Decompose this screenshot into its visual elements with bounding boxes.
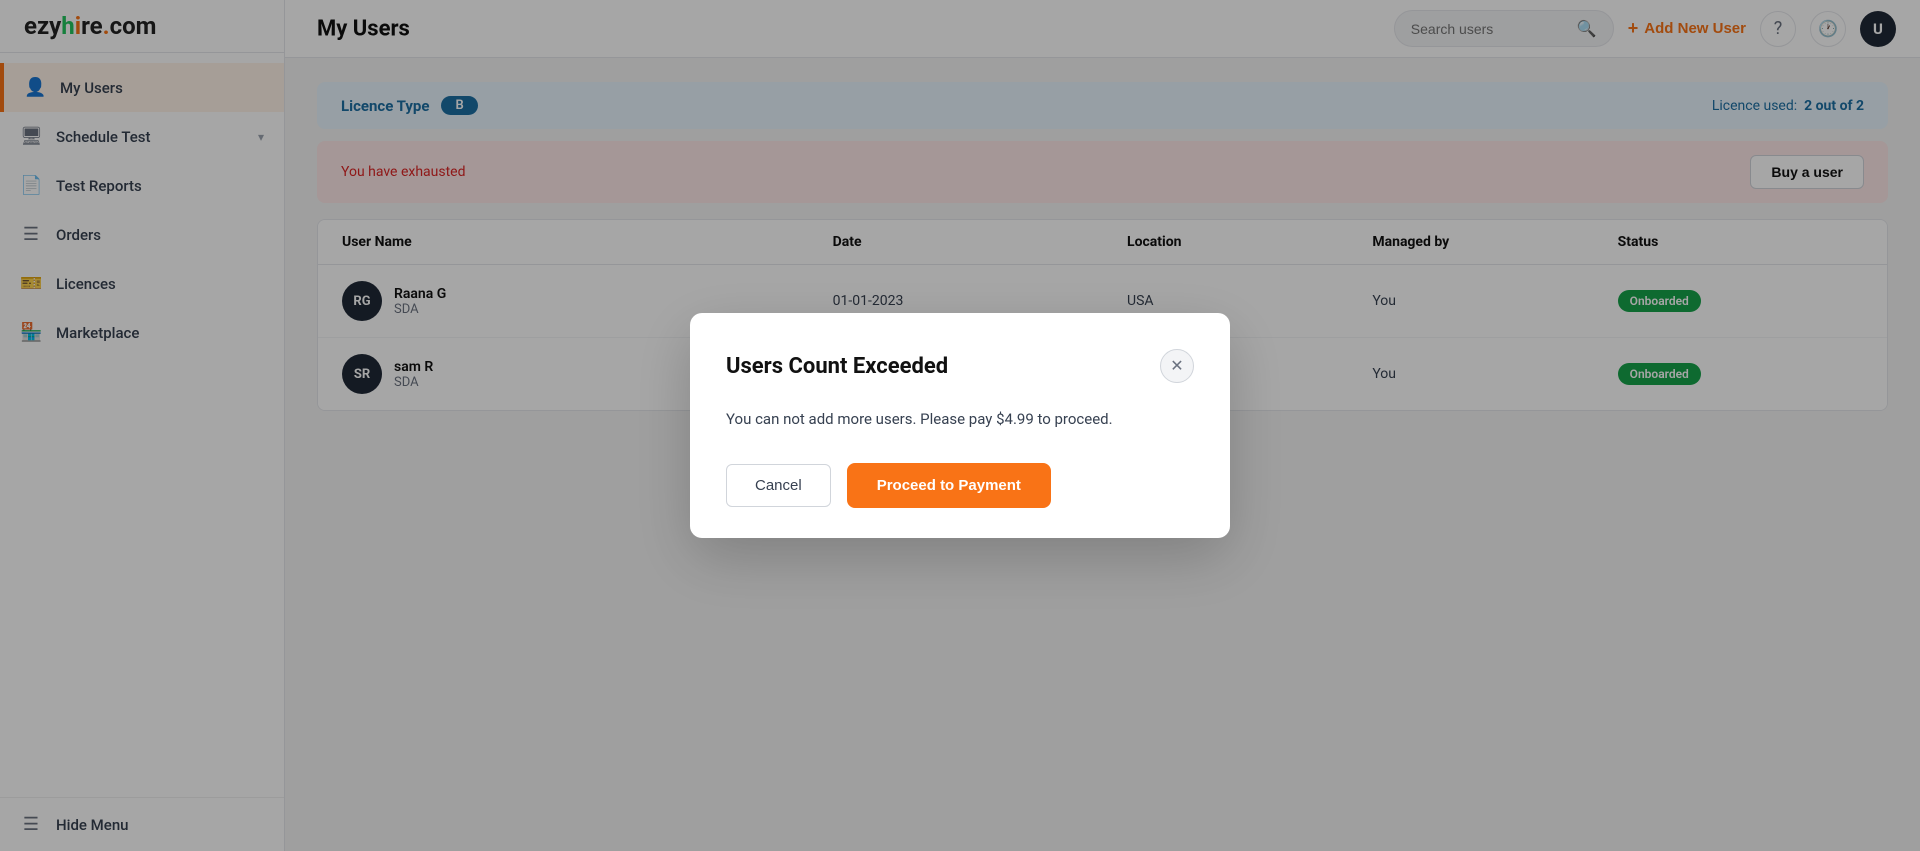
modal-body: You can not add more users. Please pay $… xyxy=(726,407,1194,431)
modal-header: Users Count Exceeded ✕ xyxy=(726,349,1194,383)
modal-overlay: Users Count Exceeded ✕ You can not add m… xyxy=(0,0,1920,851)
modal-message: You can not add more users. Please pay $… xyxy=(726,407,1194,431)
modal-close-button[interactable]: ✕ xyxy=(1160,349,1194,383)
modal-footer: Cancel Proceed to Payment xyxy=(726,463,1194,508)
users-count-exceeded-modal: Users Count Exceeded ✕ You can not add m… xyxy=(690,313,1230,538)
cancel-button[interactable]: Cancel xyxy=(726,464,831,507)
proceed-to-payment-button[interactable]: Proceed to Payment xyxy=(847,463,1051,508)
modal-title: Users Count Exceeded xyxy=(726,354,948,379)
